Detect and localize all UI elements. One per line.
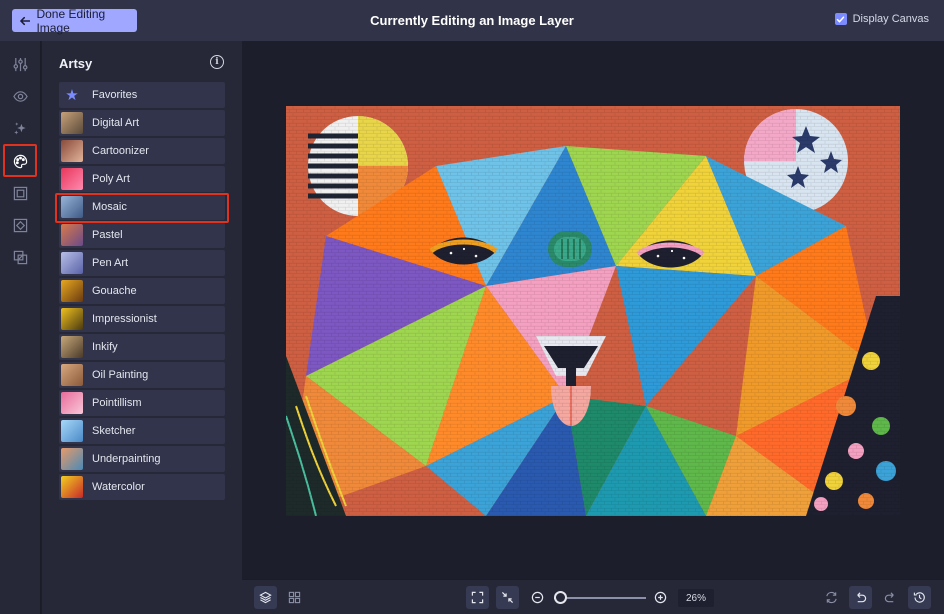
layers-icon (259, 591, 272, 604)
info-icon[interactable]: i (210, 55, 224, 69)
overlay-icon[interactable] (10, 247, 30, 267)
texture-icon[interactable] (10, 215, 30, 235)
expand-icon (471, 591, 484, 604)
filter-label: Sketcher (92, 425, 136, 437)
filter-thumbnail (61, 224, 83, 246)
filter-label: Watercolor (92, 481, 145, 493)
filter-label: Underpainting (92, 453, 161, 465)
refresh-icon (826, 591, 837, 604)
filter-item-favorites[interactable]: ★ Favorites (59, 82, 225, 108)
display-canvas-label: Display Canvas (852, 13, 929, 25)
filter-item-underpainting[interactable]: Underpainting (59, 446, 225, 472)
filter-thumbnail (61, 336, 83, 358)
filter-thumbnail (61, 364, 83, 386)
image-layer[interactable] (286, 106, 900, 516)
mural-artwork (286, 106, 900, 516)
filter-item-pastel[interactable]: Pastel (59, 222, 225, 248)
redo-icon (884, 592, 894, 603)
filter-label: Digital Art (92, 117, 140, 129)
page-title: Currently Editing an Image Layer (370, 13, 574, 28)
active-tool-highlight (3, 144, 37, 177)
frame-icon[interactable] (10, 183, 30, 203)
sliders-icon[interactable] (10, 54, 30, 74)
filter-label: Pointillism (92, 397, 142, 409)
fit-screen-button[interactable] (466, 586, 489, 609)
undo-icon (857, 592, 867, 603)
filter-thumbnail (61, 448, 83, 470)
sparkle-icon[interactable] (10, 118, 30, 138)
filter-label: Oil Painting (92, 369, 149, 381)
undo-button[interactable] (849, 586, 872, 609)
star-icon: ★ (65, 87, 79, 104)
zoom-slider-handle[interactable] (554, 591, 567, 604)
actual-size-button[interactable] (496, 586, 519, 609)
filter-item-impressionist[interactable]: Impressionist (59, 306, 225, 332)
filter-item-pen-art[interactable]: Pen Art (59, 250, 225, 276)
filter-thumbnail (61, 280, 83, 302)
filter-item-gouache[interactable]: Gouache (59, 278, 225, 304)
filter-item-watercolor[interactable]: Watercolor (59, 474, 225, 500)
panel-title: Artsy (59, 56, 93, 71)
selected-filter-highlight (55, 193, 229, 223)
filter-panel: Artsy i ★ Favorites Digital Art Cartoonizer… (42, 41, 242, 614)
filter-label: Impressionist (92, 313, 157, 325)
filter-label: Inkify (92, 341, 118, 353)
filter-thumbnail (61, 308, 83, 330)
check-icon (836, 15, 845, 23)
zoom-value[interactable]: 26% (678, 589, 714, 607)
zoom-in-icon (654, 591, 667, 604)
zoom-out-button[interactable] (526, 586, 549, 609)
filter-item-pointillism[interactable]: Pointillism (59, 390, 225, 416)
bottom-toolbar: 26% (242, 579, 944, 614)
filter-label: Favorites (92, 89, 138, 101)
eye-icon[interactable] (10, 86, 30, 106)
filter-thumbnail (61, 420, 83, 442)
zoom-slider-track[interactable] (560, 597, 646, 599)
filter-list: ★ Favorites Digital Art Cartoonizer Poly Art… (59, 82, 225, 502)
canvas-area (242, 41, 944, 579)
history-button[interactable] (908, 586, 931, 609)
filter-label: Cartoonizer (92, 145, 149, 157)
filter-thumbnail (61, 112, 83, 134)
filter-label: Poly Art (92, 173, 130, 185)
filter-thumbnail (61, 392, 83, 414)
filter-item-inkify[interactable]: Inkify (59, 334, 225, 360)
filter-thumbnail (61, 168, 83, 190)
reset-button[interactable] (820, 586, 843, 609)
tool-rail (0, 41, 41, 614)
filter-label: Gouache (92, 285, 137, 297)
grid-icon (288, 591, 301, 604)
filter-item-oil-painting[interactable]: Oil Painting (59, 362, 225, 388)
filter-thumbnail (61, 252, 83, 274)
compress-icon (501, 591, 514, 604)
filter-thumbnail (61, 476, 83, 498)
zoom-out-icon (531, 591, 544, 604)
display-canvas-checkbox[interactable] (834, 13, 847, 25)
top-bar: Done Editing Image Currently Editing an … (0, 0, 944, 41)
filter-label: Pastel (92, 229, 123, 241)
zoom-in-button[interactable] (649, 586, 672, 609)
layers-button[interactable] (254, 586, 277, 609)
filter-label: Pen Art (92, 257, 129, 269)
grid-button[interactable] (283, 586, 306, 609)
display-canvas-toggle[interactable]: Display Canvas (834, 13, 929, 25)
filter-item-poly-art[interactable]: Poly Art (59, 166, 225, 192)
redo-button[interactable] (879, 586, 902, 609)
history-icon (913, 592, 925, 603)
filter-thumbnail (61, 140, 83, 162)
filter-item-cartoonizer[interactable]: Cartoonizer (59, 138, 225, 164)
filter-item-sketcher[interactable]: Sketcher (59, 418, 225, 444)
filter-item-digital-art[interactable]: Digital Art (59, 110, 225, 136)
